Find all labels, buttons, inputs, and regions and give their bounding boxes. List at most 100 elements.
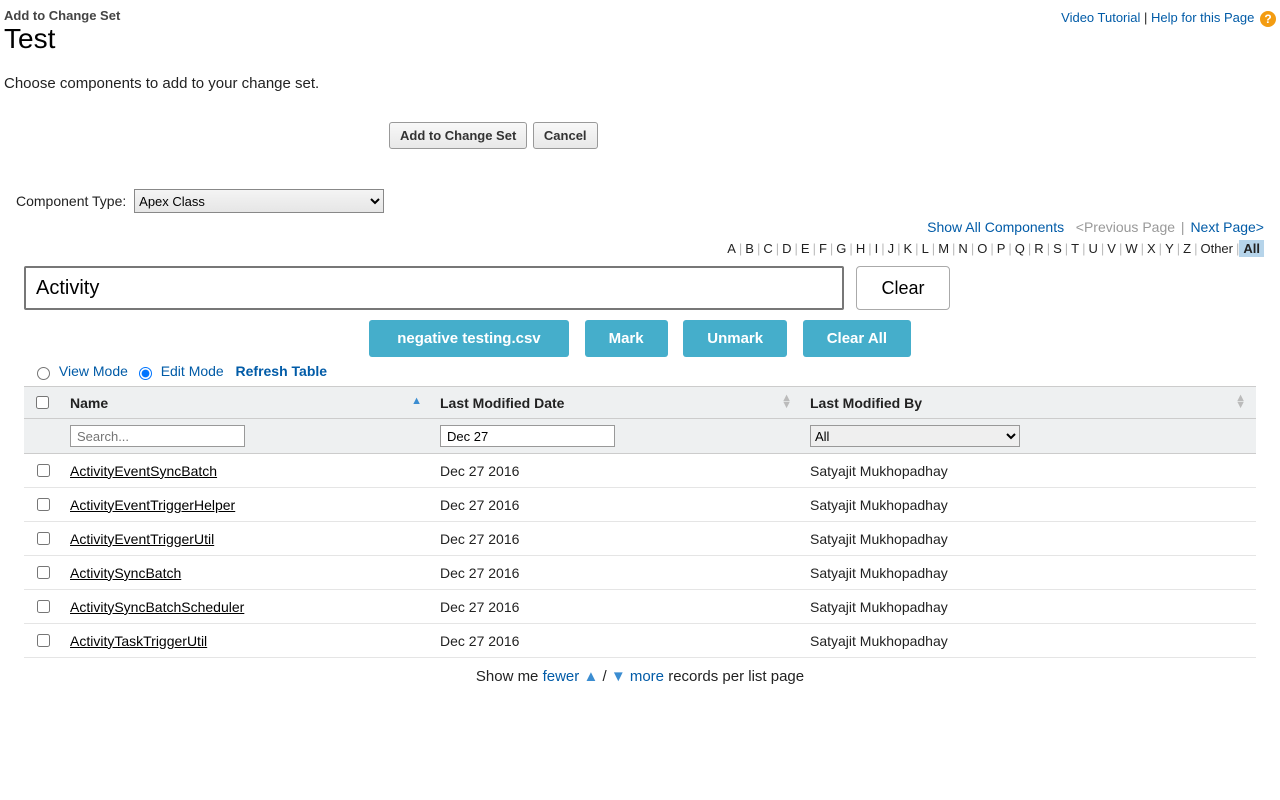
alpha-M[interactable]: M	[935, 241, 952, 256]
edit-mode-radio[interactable]	[139, 367, 152, 380]
row-by: Satyajit Mukhopadhay	[802, 556, 1256, 590]
alpha-Y[interactable]: Y	[1162, 241, 1177, 256]
alpha-Q[interactable]: Q	[1012, 241, 1028, 256]
refresh-table-link[interactable]: Refresh Table	[236, 363, 328, 379]
row-by: Satyajit Mukhopadhay	[802, 590, 1256, 624]
alpha-H[interactable]: H	[853, 241, 868, 256]
row-checkbox[interactable]	[37, 566, 50, 579]
footer-pager: Show me fewer ▲ / ▼ more records per lis…	[4, 668, 1276, 685]
mark-button[interactable]: Mark	[585, 320, 668, 357]
video-tutorial-link[interactable]: Video Tutorial	[1061, 10, 1140, 25]
row-checkbox[interactable]	[37, 532, 50, 545]
table-row: ActivitySyncBatchDec 27 2016Satyajit Muk…	[24, 556, 1256, 590]
alpha-other[interactable]: Other	[1197, 241, 1236, 256]
unmark-button[interactable]: Unmark	[683, 320, 787, 357]
table-row: ActivityEventTriggerUtil Dec 27 2016Satya…	[24, 522, 1256, 556]
alpha-G[interactable]: G	[833, 241, 849, 256]
cancel-button[interactable]: Cancel	[533, 122, 598, 149]
alpha-L[interactable]: L	[919, 241, 932, 256]
alpha-X[interactable]: X	[1144, 241, 1159, 256]
view-mode-radio[interactable]	[37, 367, 50, 380]
alpha-O[interactable]: O	[974, 241, 990, 256]
row-date: Dec 27 2016	[432, 454, 802, 488]
row-checkbox[interactable]	[37, 634, 50, 647]
row-checkbox[interactable]	[37, 600, 50, 613]
table-row: ActivitySyncBatchScheduler Dec 27 2016Sat…	[24, 590, 1256, 624]
component-type-label: Component Type:	[16, 193, 126, 209]
alpha-Z[interactable]: Z	[1180, 241, 1194, 256]
alpha-B[interactable]: B	[742, 241, 757, 256]
component-link[interactable]: ActivityEventSyncBatch	[70, 463, 217, 479]
search-row: Clear	[24, 266, 1276, 310]
alpha-all[interactable]: All	[1239, 240, 1264, 257]
alpha-W[interactable]: W	[1122, 241, 1140, 256]
component-table: Name ▲ Last Modified Date ▲▼ Last Modifi…	[24, 386, 1256, 658]
next-page-link[interactable]: Next Page>	[1190, 219, 1264, 235]
alpha-E[interactable]: E	[798, 241, 813, 256]
row-by: Satyajit Mukhopadhay	[802, 624, 1256, 658]
sort-icon: ▲▼	[1235, 395, 1246, 409]
header-last-modified-by[interactable]: Last Modified By ▲▼	[802, 387, 1256, 419]
alpha-T[interactable]: T	[1068, 241, 1082, 256]
select-all-checkbox[interactable]	[36, 396, 49, 409]
alpha-N[interactable]: N	[955, 241, 970, 256]
page-description: Choose components to add to your change …	[4, 75, 1276, 92]
by-filter-select[interactable]: All	[810, 425, 1020, 447]
add-to-change-set-button[interactable]: Add to Change Set	[389, 122, 527, 149]
row-date: Dec 27 2016	[432, 590, 802, 624]
clear-search-button[interactable]: Clear	[856, 266, 950, 310]
help-page-link[interactable]: Help for this Page	[1151, 10, 1254, 25]
alpha-J[interactable]: J	[885, 241, 898, 256]
page-subtitle: Add to Change Set	[4, 8, 120, 23]
action-button-row: negative testing.csv Mark Unmark Clear A…	[4, 320, 1276, 357]
row-checkbox[interactable]	[37, 464, 50, 477]
row-by: Satyajit Mukhopadhay	[802, 522, 1256, 556]
alpha-I[interactable]: I	[872, 241, 882, 256]
show-all-components-link[interactable]: Show All Components	[927, 219, 1064, 235]
header-checkbox-col	[24, 387, 62, 419]
clear-all-button[interactable]: Clear All	[803, 320, 911, 357]
date-filter-input[interactable]	[440, 425, 615, 447]
alpha-K[interactable]: K	[901, 241, 916, 256]
previous-page-link: <Previous Page	[1076, 219, 1175, 235]
row-checkbox[interactable]	[37, 498, 50, 511]
edit-mode-link[interactable]: Edit Mode	[161, 363, 224, 379]
name-filter-input[interactable]	[70, 425, 245, 447]
row-date: Dec 27 2016	[432, 488, 802, 522]
alpha-R[interactable]: R	[1031, 241, 1046, 256]
table-row: ActivityEventSyncBatch Dec 27 2016Satyaji…	[24, 454, 1256, 488]
alpha-F[interactable]: F	[816, 241, 830, 256]
component-type-row: Component Type: Apex Class	[16, 189, 1276, 213]
component-link[interactable]: ActivityEventTriggerUtil	[70, 531, 214, 547]
row-date: Dec 27 2016	[432, 522, 802, 556]
alpha-C[interactable]: C	[760, 241, 775, 256]
mode-row: View Mode Edit Mode Refresh Table	[32, 363, 1276, 380]
alpha-S[interactable]: S	[1050, 241, 1065, 256]
table-row: ActivityEventTriggerHelperDec 27 2016Sat…	[24, 488, 1256, 522]
more-link[interactable]: ▼ more	[611, 668, 664, 685]
alpha-A[interactable]: A	[724, 241, 739, 256]
row-by: Satyajit Mukhopadhay	[802, 454, 1256, 488]
view-mode-link[interactable]: View Mode	[59, 363, 128, 379]
component-link[interactable]: ActivitySyncBatchScheduler	[70, 599, 244, 615]
alpha-D[interactable]: D	[779, 241, 794, 256]
alpha-V[interactable]: V	[1104, 241, 1119, 256]
alpha-filter-row: A|B|C|D|E|F|G|H|I|J|K|L|M|N|O|P|Q|R|S|T|…	[4, 241, 1276, 256]
top-button-row: Add to Change Set Cancel	[389, 122, 1276, 149]
component-link[interactable]: ActivityTaskTriggerUtil	[70, 633, 207, 649]
component-type-select[interactable]: Apex Class	[134, 189, 384, 213]
header-last-modified-date[interactable]: Last Modified Date ▲▼	[432, 387, 802, 419]
search-input[interactable]	[24, 266, 844, 310]
help-icon[interactable]: ?	[1260, 11, 1276, 27]
component-link[interactable]: ActivityEventTriggerHelper	[70, 497, 235, 513]
alpha-P[interactable]: P	[994, 241, 1009, 256]
header-name[interactable]: Name ▲	[62, 387, 432, 419]
file-button[interactable]: negative testing.csv	[369, 320, 569, 357]
page-title: Test	[4, 23, 120, 55]
help-links: Video Tutorial | Help for this Page ?	[1061, 10, 1276, 27]
alpha-U[interactable]: U	[1085, 241, 1100, 256]
row-date: Dec 27 2016	[432, 624, 802, 658]
table-row: ActivityTaskTriggerUtil Dec 27 2016Satyaj…	[24, 624, 1256, 658]
fewer-link[interactable]: fewer ▲	[543, 668, 599, 685]
component-link[interactable]: ActivitySyncBatch	[70, 565, 181, 581]
